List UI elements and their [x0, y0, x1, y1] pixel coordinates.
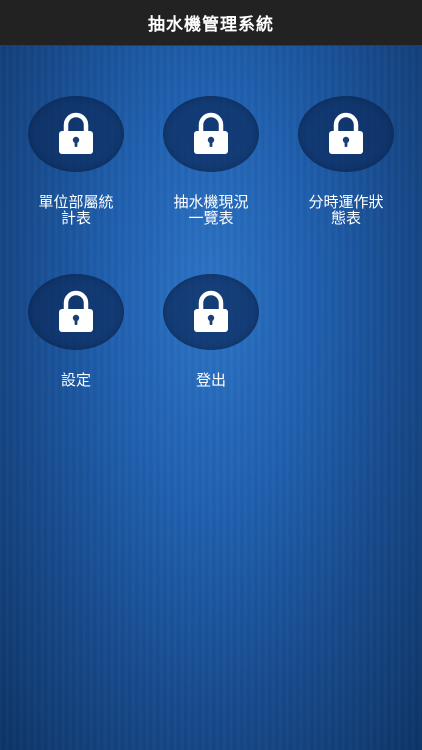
menu-item-unit-statistics[interactable]: 單位部屬統 計表 [21, 96, 131, 226]
menu-icon-circle [163, 274, 259, 350]
menu-item-label: 設定 [60, 371, 91, 389]
page-title: 抽水機管理系統 [148, 15, 274, 35]
menu-item-label: 登出 [195, 371, 226, 389]
menu-item-label: 抽水機現況 一覽表 [173, 193, 249, 227]
menu-icon-circle [28, 96, 124, 172]
menu-item-settings[interactable]: 設定 [21, 274, 131, 388]
menu-icon-circle [163, 96, 259, 172]
lock-icon [59, 112, 93, 154]
lock-icon [194, 112, 228, 154]
menu-item-logout[interactable]: 登出 [156, 274, 266, 388]
menu-item-pump-status[interactable]: 抽水機現況 一覽表 [156, 96, 266, 226]
menu-icon-circle [298, 96, 394, 172]
top-bar: 抽水機管理系統 [0, 0, 422, 46]
app-screen: 抽水機管理系統 單位部屬統 計表 抽水機現況 一覽表 分時運作狀 態表 設定 登… [0, 0, 422, 750]
lock-icon [59, 290, 93, 332]
lock-icon [194, 290, 228, 332]
menu-icon-circle [28, 274, 124, 350]
lock-icon [329, 112, 363, 154]
menu-item-time-operation[interactable]: 分時運作狀 態表 [291, 96, 401, 226]
menu-item-label: 單位部屬統 計表 [38, 193, 114, 227]
menu-item-label: 分時運作狀 態表 [308, 193, 384, 227]
